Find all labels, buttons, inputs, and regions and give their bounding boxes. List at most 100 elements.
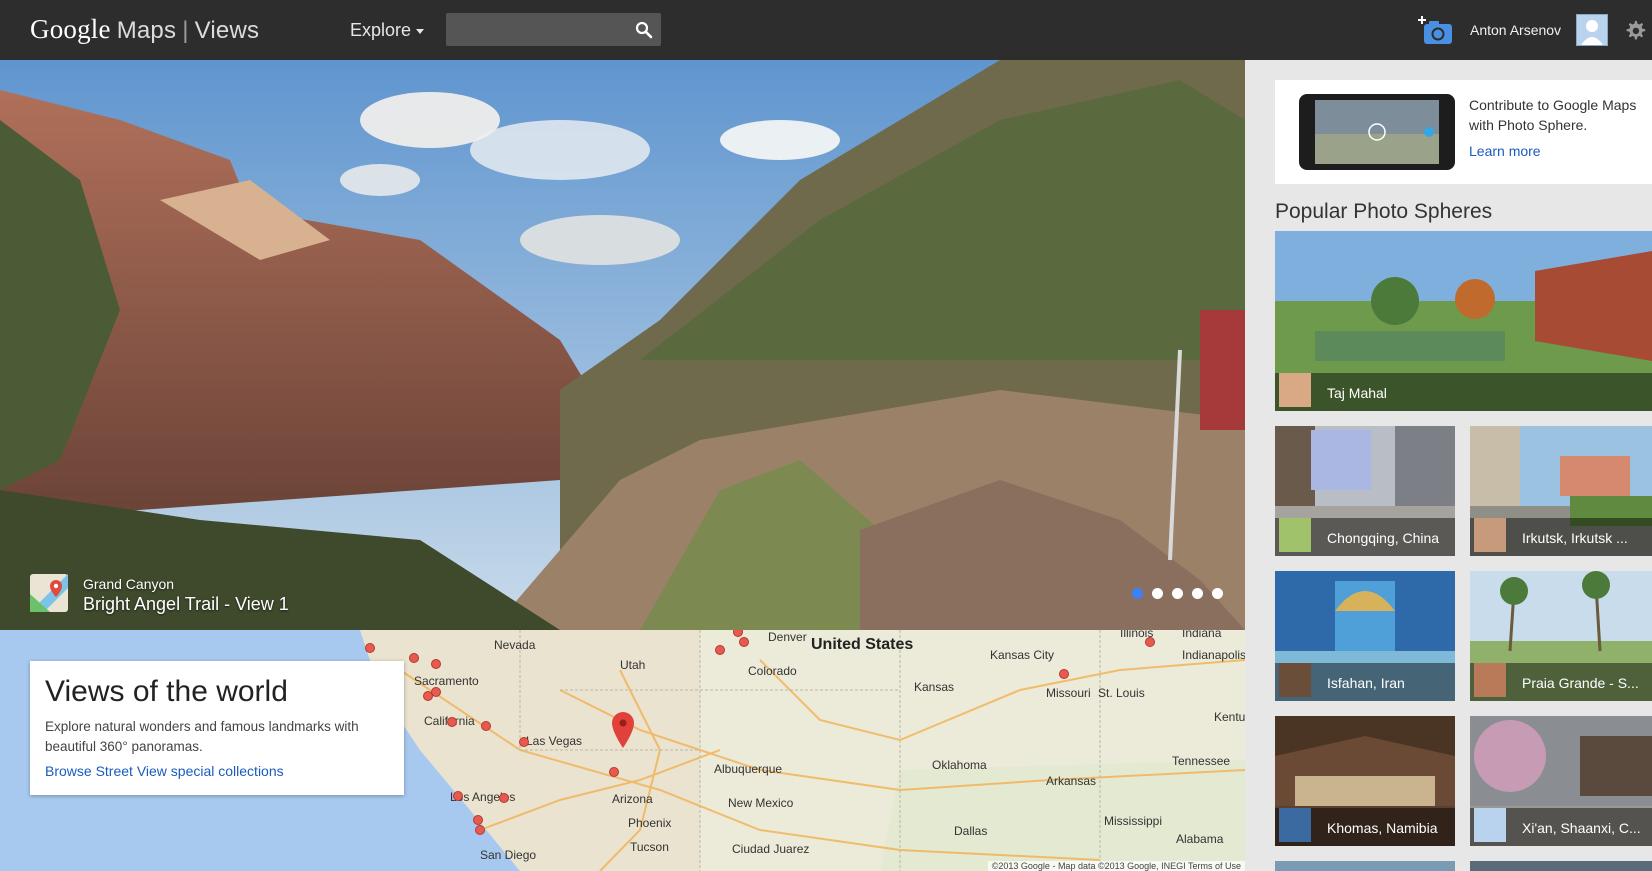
map-poi-dot[interactable] [475,825,485,835]
brand-maps: Maps [116,17,177,44]
contributor-avatar [1474,663,1506,697]
map-label-oklahoma: Oklahoma [932,758,987,772]
info-card-title: Views of the world [45,675,288,708]
views-of-the-world-card: Views of the world Explore natural wonde… [30,661,404,795]
learn-more-link[interactable]: Learn more [1469,143,1541,159]
map-label-indiana: Indiana [1182,630,1222,640]
map-label-arkansas: Arkansas [1046,774,1097,788]
map-poi-dot[interactable] [519,737,529,747]
caret-down-icon [416,28,425,34]
contributor-avatar [1279,373,1311,407]
map-poi-dot[interactable] [1145,637,1155,647]
carousel-dot-4[interactable] [1192,588,1203,599]
map-label-mississippi: Mississippi [1104,814,1163,828]
google-maps-views-logo[interactable]: Google Maps | Views [30,14,259,45]
map-label-dallas: Dallas [954,824,988,838]
carousel-dots [1132,586,1232,604]
contributor-avatar [1474,518,1506,552]
tile-label: Irkutsk, Irkutsk ... [1522,530,1628,546]
map-poi-dot[interactable] [715,645,725,655]
gear-icon[interactable] [1624,19,1646,41]
map-poi-dot[interactable] [431,659,441,669]
map-marker-icon[interactable] [612,712,634,748]
map-poi-dot[interactable] [431,687,441,697]
avatar[interactable] [1576,14,1608,46]
map-label-kansas-city: Kansas City [990,648,1055,662]
user-name[interactable]: Anton Arsenov [1470,22,1561,38]
map-label-san-diego: San Diego [480,848,537,862]
carousel-dot-2[interactable] [1152,588,1163,599]
map-poi-dot[interactable] [453,791,463,801]
photo-sphere-tile-praia-grande[interactable]: Praia Grande - S... [1470,571,1652,701]
grand-canyon-panorama-image [0,60,1245,630]
map-poi-dot[interactable] [1059,669,1069,679]
carousel-dot-5[interactable] [1212,588,1223,599]
map-label-phoenix: Phoenix [628,816,672,830]
carousel-dot-1[interactable] [1132,588,1143,599]
contributor-avatar [1279,518,1311,552]
tile-label: Isfahan, Iran [1327,675,1405,691]
photo-sphere-tile-isfahan[interactable]: Isfahan, Iran [1275,571,1455,701]
map-label-colorado: Colorado [748,664,797,678]
map-poi-dot[interactable] [409,653,419,663]
search-icon[interactable] [635,21,653,39]
map-label-alabama: Alabama [1176,832,1224,846]
map-poi-dot[interactable] [609,767,619,777]
map-label-indianapolis: Indianapolis [1182,648,1245,662]
tile-label: Praia Grande - S... [1522,675,1639,691]
sidebar: Contribute to Google Maps with Photo Sph… [1245,60,1652,871]
photo-sphere-tile-xian[interactable]: Xi'an, Shaanxi, C... [1470,716,1652,846]
map-poi-dot[interactable] [365,643,375,653]
phone-photo-sphere-image [1299,94,1455,170]
add-photo-camera-icon[interactable] [1414,14,1454,46]
tile-label: Xi'an, Shaanxi, C... [1522,820,1641,836]
map-label-denver: Denver [768,630,807,644]
tile-label: Taj Mahal [1327,385,1387,401]
photo-sphere-tile-taj-mahal[interactable]: Taj Mahal [1275,231,1652,411]
tile-label: Khomas, Namibia [1327,820,1438,836]
map-poi-dot[interactable] [499,793,509,803]
carousel-dot-3[interactable] [1172,588,1183,599]
brand-views: Views [194,17,260,44]
explore-menu-button[interactable]: Explore [350,20,425,41]
map-label-kentucky: Kentu [1214,710,1245,724]
photo-sphere-tile-chongqing[interactable]: Chongqing, China [1275,426,1455,556]
contributor-avatar [1279,663,1311,697]
map-label-tucson: Tucson [630,840,669,854]
map-label-ciudad-juarez: Ciudad Juarez [732,842,810,856]
map-label-kansas: Kansas [914,680,955,694]
photo-sphere-tile-partial[interactable] [1275,861,1455,871]
photo-sphere-tile-irkutsk[interactable]: Irkutsk, Irkutsk ... [1470,426,1652,556]
map-poi-dot[interactable] [447,717,457,727]
map-label-nevada: Nevada [494,638,536,652]
contributor-avatar [1279,808,1311,842]
map-poi-dot[interactable] [739,637,749,647]
photo-sphere-tile-khomas[interactable]: Khomas, Namibia [1275,716,1455,846]
info-card-description: Explore natural wonders and famous landm… [45,719,359,754]
map-label-new-mexico: New Mexico [728,796,794,810]
tile-label: Chongqing, China [1327,530,1440,546]
map-attribution[interactable]: ©2013 Google - Map data ©2013 Google, IN… [987,861,1245,871]
photo-sphere-promo: Contribute to Google Maps with Photo Sph… [1275,80,1652,184]
google-maps-pin-icon [30,574,68,612]
brand-separator: | [182,17,189,44]
photo-sphere-tile-partial[interactable] [1470,861,1652,871]
browse-collections-link[interactable]: Browse Street View special collections [45,763,284,779]
explore-label: Explore [350,20,412,40]
hero-title: Bright Angel Trail - View 1 [83,594,289,614]
promo-text: Contribute to Google Maps with Photo Sph… [1469,97,1637,133]
popular-photo-spheres-title: Popular Photo Spheres [1275,200,1493,223]
hero-panorama[interactable]: Grand Canyon Bright Angel Trail - View 1 [0,60,1245,630]
map-poi-dot[interactable] [481,721,491,731]
top-bar: Google Maps | Views Explore Anton Arsenov [0,0,1652,60]
map-label-las-vegas: Las Vegas [526,734,583,748]
brand-google: Google [30,14,111,44]
contributor-avatar [1474,808,1506,842]
map-poi-dot[interactable] [473,815,483,825]
user-silhouette-icon [1581,20,1603,45]
search-input[interactable] [446,13,626,46]
search-box [446,13,661,46]
map-label-sacramento: Sacramento [414,674,479,688]
map-label-utah: Utah [620,658,646,672]
hero-subtitle: Grand Canyon [83,576,175,592]
